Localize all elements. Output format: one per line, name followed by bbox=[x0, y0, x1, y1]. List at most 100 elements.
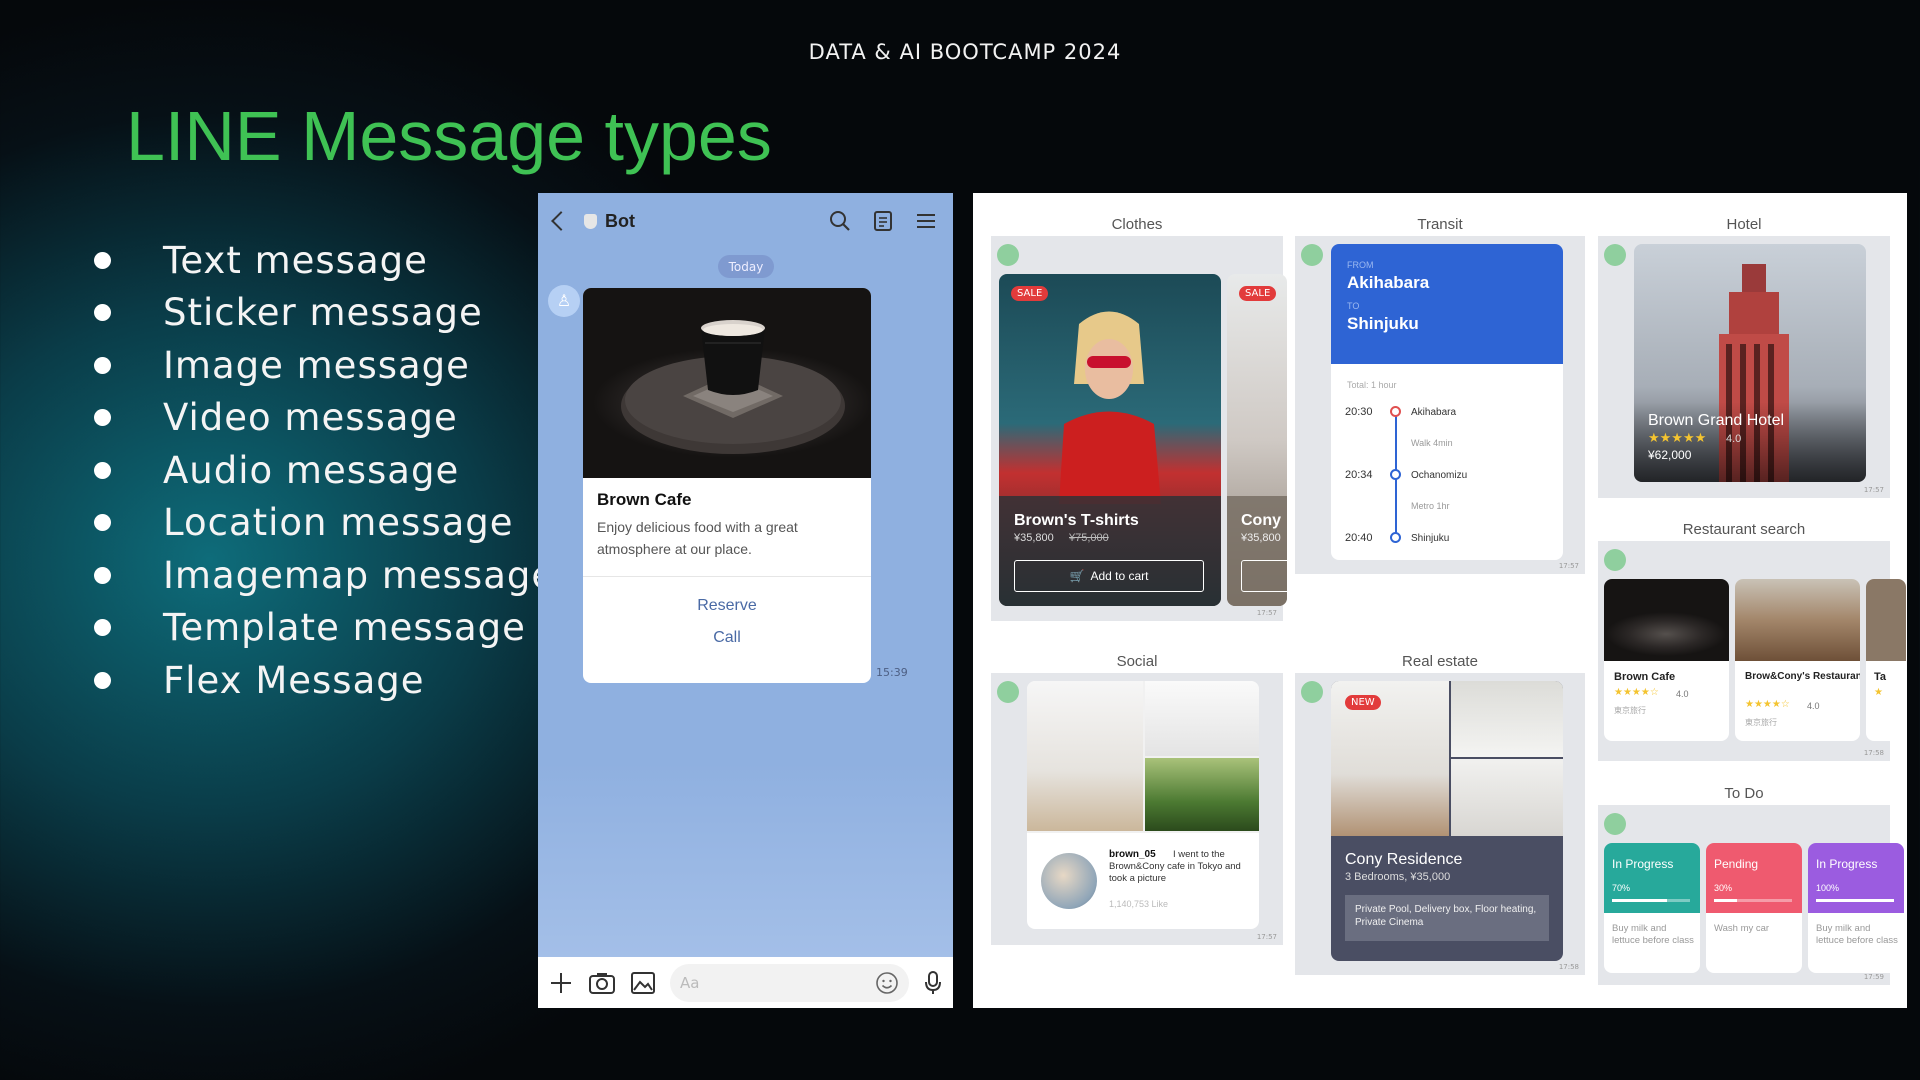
todo-card: In Progress 70% Buy milk and lettuce bef… bbox=[1604, 843, 1700, 973]
user-icon bbox=[997, 244, 1019, 266]
list-item: Template message bbox=[92, 602, 555, 655]
restaurant-card: Brown Cafe ★★★★☆ 4.0 東京旅行 bbox=[1604, 579, 1729, 741]
todo-card: In Progress 100% Buy milk and lettuce be… bbox=[1808, 843, 1904, 973]
restaurant-name: Ta bbox=[1874, 671, 1887, 683]
property-features: Private Pool, Delivery box, Floor heatin… bbox=[1345, 895, 1549, 941]
hotel-example: Brown Grand Hotel ★★★★★ 4.0 ¥62,000 17:5… bbox=[1598, 236, 1890, 498]
message-time: 15:39 bbox=[876, 666, 908, 679]
restaurant-rating: 4.0 bbox=[1676, 689, 1689, 699]
date-chip: Today bbox=[718, 255, 774, 278]
stop-time: 20:30 bbox=[1345, 406, 1373, 418]
todo-task: Buy milk and lettuce before class bbox=[1612, 923, 1694, 946]
todo-progress-bar bbox=[1816, 899, 1894, 902]
restaurant-stars: ★ bbox=[1874, 687, 1883, 698]
todo-percent: 70% bbox=[1612, 883, 1631, 893]
menu-icon[interactable] bbox=[915, 211, 937, 231]
product-card: SALE Brown's T-shirts ¥35,800 ¥75,000 🛒 A… bbox=[999, 274, 1221, 606]
section-label-clothes: Clothes bbox=[1111, 216, 1163, 233]
card-title: Brown Cafe bbox=[597, 490, 692, 509]
chevron-left-icon[interactable] bbox=[551, 211, 571, 231]
slide-title: LINE Message types bbox=[126, 97, 772, 175]
restaurant-stars: ★★★★☆ bbox=[1614, 687, 1659, 698]
note-icon[interactable] bbox=[873, 210, 893, 232]
example-time: 17:58 bbox=[1558, 963, 1579, 971]
restaurant-name: Brown Cafe bbox=[1614, 671, 1676, 683]
cart-icon: 🛒 bbox=[1069, 569, 1085, 583]
user-icon bbox=[1604, 549, 1626, 571]
message-input-placeholder: Aa bbox=[680, 973, 700, 992]
bullet-icon bbox=[94, 409, 111, 427]
stop-name: Ochanomizu bbox=[1411, 470, 1468, 481]
emoji-icon[interactable] bbox=[875, 971, 899, 995]
to-station: Shinjuku bbox=[1347, 314, 1419, 333]
line-chat-screenshot: Bot Today ♙ Brown Cafe Enjoy delicious f… bbox=[538, 193, 953, 1008]
stop-name: Akihabara bbox=[1411, 407, 1457, 418]
restaurant-rating: 4.0 bbox=[1807, 701, 1820, 711]
restaurant-card: Ta ★ bbox=[1866, 579, 1906, 741]
product-name: Brown's T-shirts bbox=[1014, 512, 1139, 529]
chat-header: Bot bbox=[538, 193, 953, 249]
section-label-realestate: Real estate bbox=[1402, 653, 1478, 670]
reserve-button[interactable]: Reserve bbox=[583, 577, 871, 615]
bullet-icon bbox=[94, 304, 111, 322]
card-description: Enjoy delicious food with a great atmosp… bbox=[597, 519, 798, 557]
from-station: Akihabara bbox=[1347, 273, 1430, 292]
bot-avatar: ♙ bbox=[548, 285, 580, 317]
add-to-cart-button-next[interactable] bbox=[1241, 560, 1287, 592]
list-item: Text message bbox=[92, 234, 555, 287]
bot-name: Bot bbox=[605, 210, 635, 231]
user-avatar bbox=[1041, 853, 1097, 909]
product-price-next: ¥35,800 bbox=[1241, 532, 1281, 544]
hotel-card: Brown Grand Hotel ★★★★★ 4.0 ¥62,000 bbox=[1634, 244, 1866, 482]
restaurant-example: Brown Cafe ★★★★☆ 4.0 東京旅行 Brow&Cony's Re… bbox=[1598, 541, 1906, 761]
example-time: 17:57 bbox=[1256, 933, 1277, 941]
post-text: I went to the Brown&Cony cafe in Tokyo a… bbox=[1109, 849, 1241, 884]
user-icon bbox=[1604, 813, 1626, 835]
property-details: 3 Bedrooms, ¥35,000 bbox=[1345, 871, 1451, 883]
todo-example: In Progress 70% Buy milk and lettuce bef… bbox=[1598, 805, 1904, 985]
section-label-social: Social bbox=[1116, 653, 1158, 670]
plus-icon[interactable] bbox=[548, 970, 574, 996]
realestate-example: NEW Cony Residence 3 Bedrooms, ¥35,000 P… bbox=[1295, 673, 1585, 975]
camera-icon[interactable] bbox=[588, 971, 616, 995]
user-icon bbox=[1604, 244, 1626, 266]
stop-marker bbox=[1390, 406, 1401, 417]
todo-status: In Progress bbox=[1612, 857, 1674, 871]
product-name-next: Cony bbox=[1241, 512, 1281, 529]
coffee-cup-illustration bbox=[621, 320, 845, 454]
event-header: DATA & AI BOOTCAMP 2024 bbox=[808, 40, 1122, 64]
list-item: Flex Message bbox=[92, 654, 555, 707]
todo-progress-bar bbox=[1612, 899, 1667, 902]
total-time: Total: 1 hour bbox=[1347, 380, 1397, 390]
message-type-list: Text message Sticker message Image messa… bbox=[92, 234, 555, 707]
shield-icon bbox=[584, 213, 597, 229]
add-to-cart-button[interactable]: 🛒 Add to cart bbox=[1014, 560, 1204, 592]
bullet-icon bbox=[94, 461, 111, 479]
realestate-card: NEW Cony Residence 3 Bedrooms, ¥35,000 P… bbox=[1331, 681, 1563, 961]
list-item: Video message bbox=[92, 392, 555, 445]
image-icon[interactable] bbox=[630, 971, 656, 995]
bullet-icon bbox=[94, 356, 111, 374]
flex-message-examples: Clothes SALE Brown's T-shirts ¥35,800 ¥7… bbox=[973, 193, 1907, 1008]
section-label-restaurant: Restaurant search bbox=[1682, 521, 1806, 538]
message-input[interactable]: Aa bbox=[670, 963, 909, 1002]
example-time: 17:57 bbox=[1558, 562, 1579, 570]
search-icon[interactable] bbox=[829, 210, 851, 232]
example-time: 17:57 bbox=[1256, 609, 1277, 617]
transit-card: FROM Akihabara TO Shinjuku Total: 1 hour… bbox=[1331, 244, 1563, 560]
restaurant-stars: ★★★★☆ bbox=[1745, 699, 1790, 710]
bullet-icon bbox=[94, 514, 111, 532]
stop-name: Shinjuku bbox=[1411, 533, 1450, 544]
stop-time: 20:34 bbox=[1345, 469, 1373, 481]
product-old-price: ¥75,000 bbox=[1069, 532, 1109, 544]
chat-input-bar: Aa bbox=[538, 957, 953, 1008]
restaurant-area: 東京旅行 bbox=[1614, 706, 1646, 715]
restaurant-name: Brow&Cony's Restaurant bbox=[1745, 671, 1860, 682]
microphone-icon[interactable] bbox=[923, 970, 943, 996]
post-details: brown_05 I went to the Brown&Cony cafe i… bbox=[1027, 833, 1259, 929]
transit-example: FROM Akihabara TO Shinjuku Total: 1 hour… bbox=[1295, 236, 1585, 574]
todo-card: Pending 30% Wash my car bbox=[1706, 843, 1802, 973]
call-button[interactable]: Call bbox=[583, 615, 871, 647]
hotel-price: ¥62,000 bbox=[1648, 448, 1692, 462]
sale-badge: SALE bbox=[1011, 286, 1049, 301]
